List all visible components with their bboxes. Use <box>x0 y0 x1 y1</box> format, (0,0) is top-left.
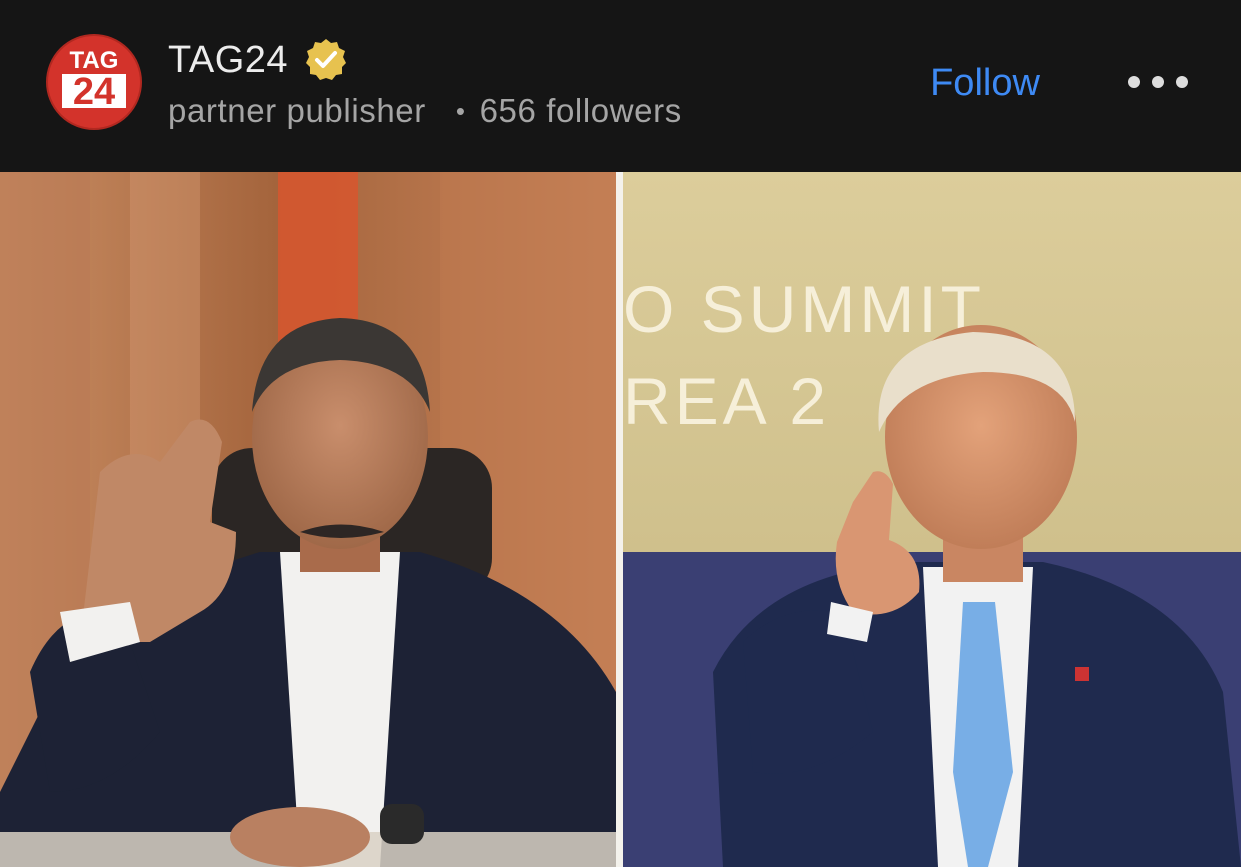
publisher-name-row: TAG24 <box>168 36 350 84</box>
photo-left <box>0 172 616 867</box>
photo-right: O SUMMIT REA 2 <box>623 172 1241 867</box>
publisher-logo[interactable]: TAG 24 <box>46 34 142 130</box>
more-options-button[interactable] <box>1120 58 1196 106</box>
photo-left-illustration <box>0 172 616 867</box>
post-header: TAG 24 TAG24 partner publisher • 656 fol… <box>0 0 1241 172</box>
photo-right-illustration: O SUMMIT REA 2 <box>623 172 1241 867</box>
publisher-meta: partner publisher • 656 followers <box>168 92 682 130</box>
ellipsis-icon <box>1128 76 1188 88</box>
photo-divider <box>616 172 623 867</box>
post-card: TAG 24 TAG24 partner publisher • 656 fol… <box>0 0 1241 867</box>
post-media[interactable]: O SUMMIT REA 2 <box>0 172 1241 867</box>
logo-text-top: TAG <box>70 47 119 74</box>
follow-button[interactable]: Follow <box>900 56 1070 110</box>
meta-separator: • <box>455 95 466 126</box>
publisher-type-label: partner publisher <box>168 92 426 129</box>
logo-text-bottom: 24 <box>73 71 115 113</box>
backdrop-line-2: REA 2 <box>623 364 830 438</box>
follower-count: 656 followers <box>479 92 682 129</box>
verified-badge-icon <box>306 39 347 80</box>
backdrop-line-1: O SUMMIT <box>623 272 985 346</box>
publisher-name[interactable]: TAG24 <box>168 39 288 82</box>
